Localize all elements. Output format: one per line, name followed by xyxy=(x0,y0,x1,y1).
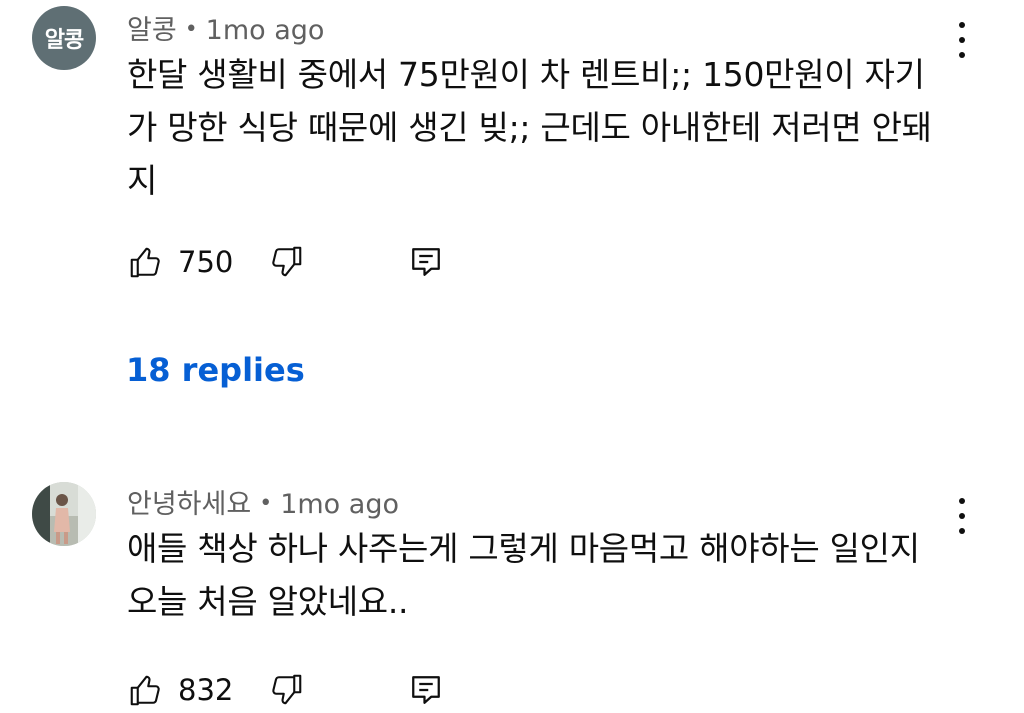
like-button[interactable]: 750 xyxy=(128,244,268,280)
more-dot xyxy=(959,513,965,519)
comment-meta: 알콩 • 1mo ago xyxy=(127,8,324,47)
more-dot xyxy=(959,528,965,534)
comment-thread: 알콩 알콩 • 1mo ago 한달 생활비 중에서 75만원이 차 렌트비;; 1… xyxy=(0,0,1024,440)
thumbs-up-icon xyxy=(130,247,160,278)
profile-photo xyxy=(32,482,96,546)
comment-text: 애들 책상 하나 사주는게 그렇게 마음먹고 해야하는 일인지 오늘 처음 알았… xyxy=(127,529,920,621)
avatar[interactable]: 알콩 xyxy=(32,6,96,70)
avatar[interactable] xyxy=(32,482,96,546)
comment-reply-icon xyxy=(412,248,440,276)
dislike-button[interactable] xyxy=(268,672,408,708)
more-vertical-icon xyxy=(959,498,965,504)
more-vertical-icon xyxy=(959,22,965,28)
comment-reply-icon xyxy=(412,676,440,704)
separator: • xyxy=(184,17,198,42)
comment-meta: 안녕하세요 • 1mo ago xyxy=(127,482,399,521)
view-replies-link[interactable]: 18 replies xyxy=(126,351,305,389)
thumbs-down-icon xyxy=(272,246,302,277)
more-options-button[interactable] xyxy=(948,20,976,60)
dislike-button[interactable] xyxy=(268,244,408,280)
avatar-initials: 알콩 xyxy=(44,28,84,53)
more-dot xyxy=(959,52,965,58)
like-button[interactable]: 832 xyxy=(128,672,268,708)
comment-thread: 안녕하세요 • 1mo ago 애들 책상 하나 사주는게 그렇게 마음먹고 해야하… xyxy=(0,470,1024,713)
like-count: 750 xyxy=(178,245,234,279)
reply-button[interactable] xyxy=(408,244,444,280)
more-dot xyxy=(959,37,965,43)
separator: • xyxy=(259,491,273,516)
comment-actions: 832 xyxy=(128,670,444,710)
like-count: 832 xyxy=(178,673,234,707)
thumbs-down-icon xyxy=(272,674,302,705)
author-name[interactable]: 안녕하세요 xyxy=(127,489,251,520)
author-name[interactable]: 알콩 xyxy=(127,15,177,46)
thumbs-up-icon xyxy=(130,675,160,706)
reply-button[interactable] xyxy=(408,672,444,708)
comment-actions: 750 xyxy=(128,242,444,282)
more-options-button[interactable] xyxy=(948,496,976,536)
comment-text: 한달 생활비 중에서 75만원이 차 렌트비;; 150만원이 자기가 망한 식… xyxy=(127,55,932,200)
timestamp: 1mo ago xyxy=(280,489,399,520)
timestamp: 1mo ago xyxy=(205,15,325,46)
